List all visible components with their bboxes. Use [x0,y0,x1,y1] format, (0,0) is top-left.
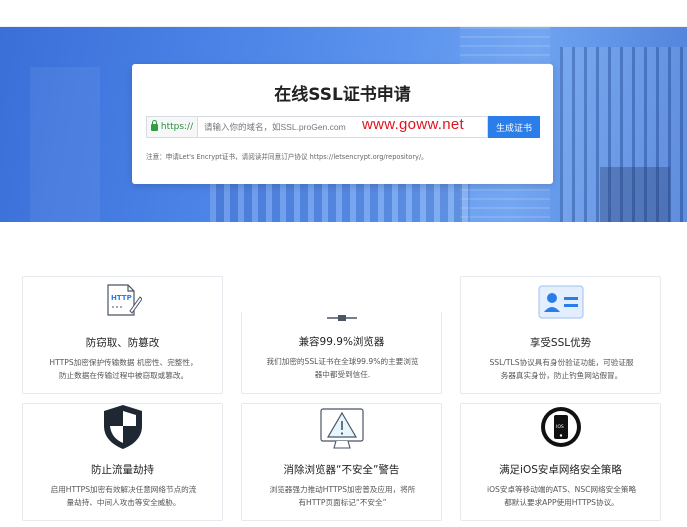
top-navbar [0,0,687,27]
feature-desc-line: SSL/TLS协议具有身份验证功能，可验证服 [489,358,634,367]
page-title: 在线SSL证书申请 [274,85,411,105]
feature-card-anti-hijack: 防止流量劫持 启用HTTPS加密有效解决任意网络节点的流 量劫持、中间人攻击等安… [22,403,223,521]
feature-desc-line: HTTPS加密保护传输数据 机密性、完整性， [49,358,198,367]
feature-card-compatibility: 兼容99.9%浏览器 我们加密的SSL证书在全球99.9%的主要浏览 器中都受到… [241,312,442,394]
domain-form: https:// 生成证书 [146,116,540,138]
watermark-text: www.goww.net [362,116,464,133]
key-icon [326,315,357,321]
protocol-prefix: https:// [146,116,198,138]
shield-icon [103,405,142,449]
background-building [30,67,100,222]
feature-card-anti-tamper: HTTP 防窃取、防篡改 HTTPS加密保护传输数据 机密性、完整性， 防止数据… [22,276,223,394]
feature-card-ssl-advantage: 享受SSL优势 SSL/TLS协议具有身份验证功能，可验证服 务器真实身份，防止… [460,276,661,394]
feature-title: 消除浏览器“不安全”警告 [283,464,400,476]
background-building [600,167,670,222]
agreement-note: 注意：申请Let's Encrypt证书，请阅读并同意订户协议 https://… [146,153,428,161]
protocol-prefix-label: https:// [160,122,194,132]
feature-desc-line: 浏览器强力推动HTTPS加密普及应用，将所 [269,485,416,494]
id-card-icon [538,285,583,319]
https-document-icon: HTTP [106,284,142,316]
feature-desc-line: 有HTTP页面标记“不安全” [298,498,387,507]
feature-desc-line: 启用HTTPS加密有效解决任意网络节点的流 [50,485,197,494]
feature-title: 满足iOS安卓网络安全策略 [499,464,622,476]
feature-desc-line: 器中都受到信任. [314,370,371,379]
lock-icon [150,119,158,131]
feature-desc-line: 防止数据在传输过程中被窃取或篡改。 [58,371,189,380]
feature-title: 防止流量劫持 [91,464,154,476]
svg-text:HTTP: HTTP [111,294,132,302]
feature-title: 防窃取、防篡改 [85,337,160,349]
feature-desc-line: iOS安卓等移动端的ATS、NSC网络安全策略 [486,485,637,494]
feature-title: 享受SSL优势 [529,337,592,349]
feature-desc-line: 我们加密的SSL证书在全球99.9%的主要浏览 [266,357,419,366]
feature-card-remove-warning: 消除浏览器“不安全”警告 浏览器强力推动HTTPS加密普及应用，将所 有HTTP… [241,403,442,521]
feature-desc-line: 务器真实身份，防止钓鱼网站假冒。 [500,371,623,380]
ssl-apply-card: 在线SSL证书申请 https:// 生成证书 注意：申请Let's Encry… [132,64,553,184]
feature-desc-line: 量劫持、中间人攻击等安全威胁。 [66,498,181,507]
feature-desc-line: 都默认要求APP使用HTTPS协议。 [504,498,619,507]
feature-card-mobile-policy: IOS 满足iOS安卓网络安全策略 iOS安卓等移动端的ATS、NSC网络安全策… [460,403,661,521]
svg-text:IOS: IOS [556,424,564,430]
warning-icon [319,408,364,449]
generate-certificate-button[interactable]: 生成证书 [488,116,540,138]
ios-phone-icon: IOS [540,407,581,447]
feature-title: 兼容99.9%浏览器 [298,336,385,348]
